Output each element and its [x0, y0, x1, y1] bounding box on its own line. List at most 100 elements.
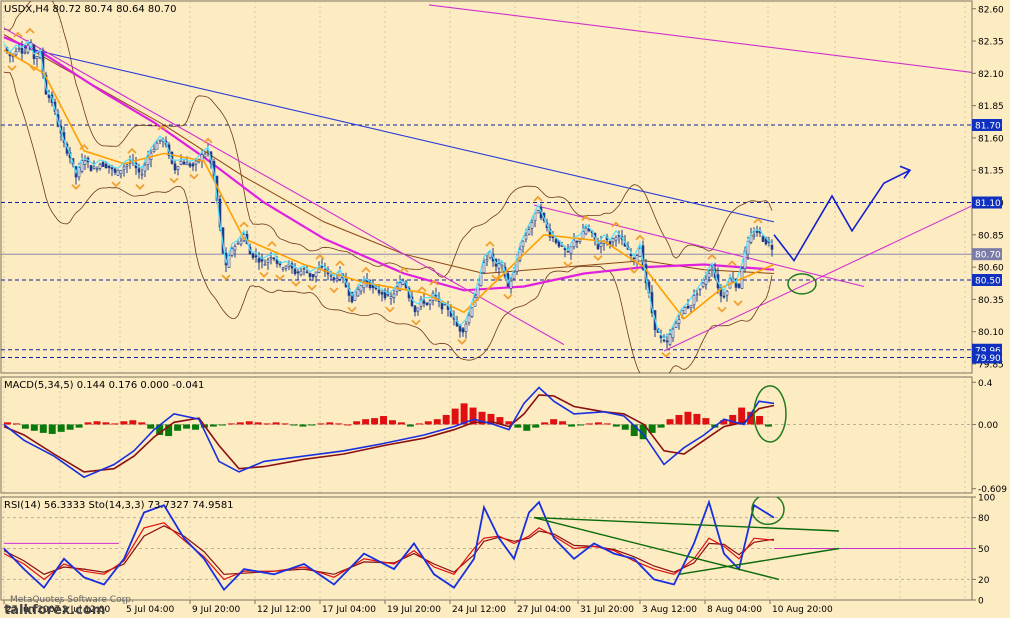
candle-body	[125, 164, 129, 167]
candle-body	[182, 161, 186, 165]
candle-body	[200, 154, 204, 161]
time-tick-label: 3 Aug 12:00	[642, 605, 697, 615]
time-tick-label: 8 Aug 04:00	[707, 605, 762, 615]
macd-histogram-bar	[93, 421, 101, 425]
candle-body	[632, 257, 636, 260]
macd-histogram-bar	[380, 416, 387, 425]
candle-body	[110, 167, 114, 170]
macd-histogram-bar	[120, 421, 128, 425]
candle-body	[155, 142, 159, 150]
candle-body	[467, 315, 471, 324]
macd-histogram-bar	[129, 420, 137, 425]
macd-histogram-bar	[657, 424, 665, 428]
price-tick-label: 82.35	[978, 38, 1004, 48]
watermark-site: talkforex.com	[4, 603, 105, 618]
candle-body	[26, 44, 30, 53]
macd-histogram-bar	[442, 414, 450, 425]
macd-histogram-bar	[335, 423, 343, 425]
candle-body	[470, 307, 474, 317]
rsi-label: RSI(14) 56.3333 Sto(14,3,3) 73.7327 74.9…	[4, 500, 234, 511]
macd-histogram-bar	[272, 422, 280, 425]
candle-body	[413, 305, 417, 313]
macd-histogram-bar	[192, 424, 199, 430]
macd-histogram-bar	[254, 422, 262, 425]
candle-body	[581, 231, 585, 239]
candle-body	[302, 268, 306, 270]
candle-body	[425, 302, 429, 306]
candle-body	[584, 227, 588, 235]
candle-body	[119, 169, 123, 175]
candle-body	[566, 250, 570, 253]
macd-histogram-bar	[236, 422, 244, 425]
candle-body	[143, 164, 147, 172]
time-tick-label: 17 Jul 04:00	[322, 605, 376, 615]
level-label: 80.50	[975, 277, 1001, 287]
candle-body	[416, 307, 420, 312]
macd-histogram-bar	[102, 422, 110, 425]
candle-body	[689, 304, 693, 309]
time-tick-label: 12 Jul 12:00	[257, 605, 311, 615]
price-header: USDX,H4 80.72 80.74 80.64 80.70	[4, 4, 177, 15]
candle-body	[569, 246, 573, 254]
candle-body	[668, 334, 672, 345]
macd-histogram-bar	[290, 424, 298, 426]
candle-body	[335, 278, 339, 281]
candle-body	[140, 173, 144, 176]
candle-body	[752, 234, 756, 237]
candle-body	[98, 164, 102, 169]
candle-body	[236, 242, 240, 245]
candle-body	[725, 290, 729, 296]
candle-body	[191, 163, 195, 167]
candle-body	[662, 339, 666, 342]
macd-tick-label: 0.00	[978, 421, 998, 431]
macd-histogram-bar	[39, 424, 47, 433]
macd-tick-label: 0.4	[978, 379, 993, 389]
candle-body	[677, 319, 681, 324]
candle-body	[107, 165, 111, 169]
macd-histogram-bar	[218, 424, 226, 426]
candle-body	[755, 230, 759, 233]
macd-histogram-bar	[263, 423, 271, 425]
price-tick-label: 81.35	[978, 167, 1004, 177]
candle-body	[101, 161, 105, 167]
macd-histogram-bar	[675, 414, 683, 425]
candle-body	[560, 245, 564, 247]
candle-body	[737, 283, 741, 288]
candle-body	[710, 268, 714, 272]
candle-body	[173, 163, 177, 171]
candle-body	[665, 340, 669, 343]
candle-body	[104, 163, 108, 169]
candle-body	[284, 265, 288, 269]
candle-body	[389, 296, 393, 299]
candle-body	[239, 240, 243, 245]
macd-histogram-bar	[612, 424, 620, 427]
candle-body	[293, 268, 297, 274]
macd-histogram-bar	[317, 423, 325, 425]
candle-body	[92, 166, 96, 169]
macd-histogram-bar	[326, 422, 334, 425]
macd-histogram-bar	[308, 424, 316, 426]
candle-body	[536, 210, 540, 214]
macd-histogram-bar	[227, 423, 235, 425]
macd-histogram-bar	[532, 424, 540, 428]
candle-body	[530, 222, 534, 229]
price-tick-label: 82.60	[978, 5, 1004, 15]
macd-histogram-bar	[245, 421, 253, 425]
candle-body	[188, 163, 192, 167]
macd-histogram-bar	[424, 421, 432, 425]
price-tick-label: 80.10	[978, 328, 1004, 338]
candle-body	[113, 168, 117, 173]
macd-histogram-bar	[550, 419, 558, 425]
candle-body	[674, 322, 678, 328]
candle-body	[158, 139, 162, 142]
rsi-tick-label: 0	[978, 597, 984, 607]
candle-body	[686, 306, 690, 309]
candle-body	[575, 240, 579, 243]
macd-histogram-bar	[433, 419, 441, 425]
candle-body	[356, 289, 360, 297]
candle-body	[185, 162, 189, 166]
candle-body	[392, 293, 396, 298]
candle-body	[770, 245, 774, 250]
candle-body	[761, 236, 765, 242]
chart-background	[0, 0, 1010, 618]
